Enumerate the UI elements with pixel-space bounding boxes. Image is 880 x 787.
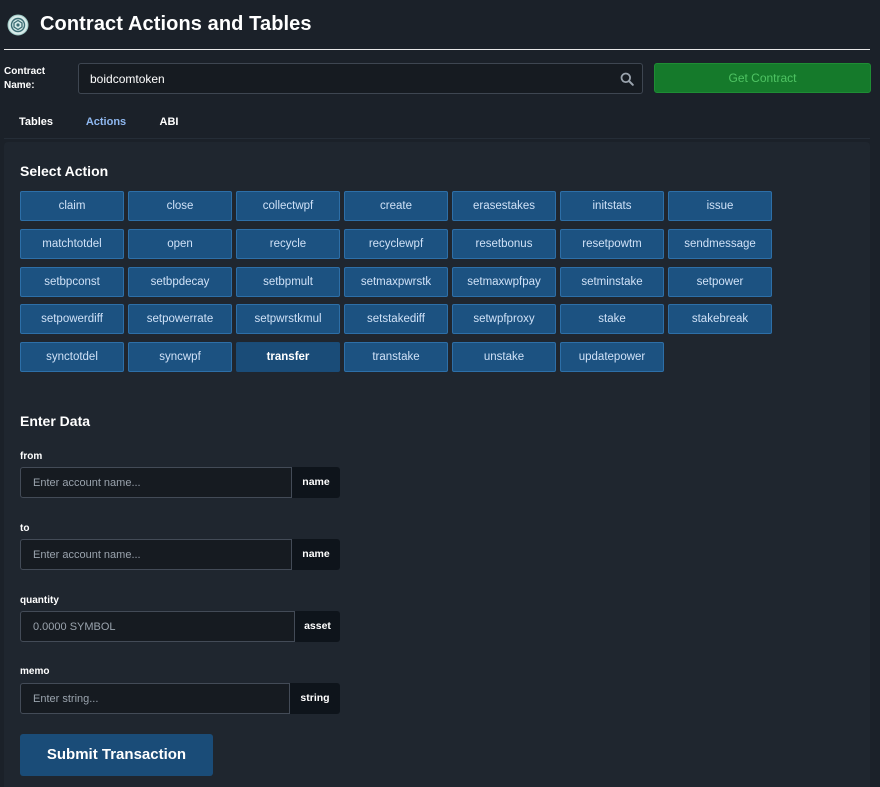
action-button-transtake[interactable]: transtake: [344, 342, 448, 372]
action-button-transfer[interactable]: transfer: [236, 342, 340, 372]
action-button-setpowerdiff[interactable]: setpowerdiff: [20, 304, 124, 334]
field-label-quantity: quantity: [20, 595, 59, 606]
page-header: Contract Actions and Tables: [0, 0, 880, 50]
action-button-claim[interactable]: claim: [20, 191, 124, 221]
tab-tables[interactable]: Tables: [12, 108, 60, 138]
action-button-synctotdel[interactable]: synctotdel: [20, 342, 124, 372]
contract-name-input[interactable]: [79, 64, 610, 93]
contract-name-field[interactable]: [78, 63, 643, 94]
to-input[interactable]: [21, 540, 291, 569]
action-button-setpower[interactable]: setpower: [668, 267, 772, 297]
field-label-memo: memo: [20, 666, 50, 677]
action-button-close[interactable]: close: [128, 191, 232, 221]
select-action-heading: Select Action: [20, 163, 109, 179]
action-button-setpwrstkmul[interactable]: setpwrstkmul: [236, 304, 340, 334]
action-button-stakebreak[interactable]: stakebreak: [668, 304, 772, 334]
from-type-badge: name: [292, 467, 340, 498]
action-button-recyclewpf[interactable]: recyclewpf: [344, 229, 448, 259]
action-button-setbpconst[interactable]: setbpconst: [20, 267, 124, 297]
field-label-from: from: [20, 451, 43, 462]
from-field[interactable]: [20, 467, 292, 498]
action-button-recycle[interactable]: recycle: [236, 229, 340, 259]
action-button-updatepower[interactable]: updatepower: [560, 342, 664, 372]
field-label-to: to: [20, 523, 30, 534]
memo-type-badge: string: [290, 683, 340, 714]
tab-actions[interactable]: Actions: [69, 108, 143, 139]
memo-field[interactable]: [20, 683, 290, 714]
action-button-resetbonus[interactable]: resetbonus: [452, 229, 556, 259]
action-button-collectwpf[interactable]: collectwpf: [236, 191, 340, 221]
action-button-issue[interactable]: issue: [668, 191, 772, 221]
from-input[interactable]: [21, 468, 291, 497]
action-button-erasestakes[interactable]: erasestakes: [452, 191, 556, 221]
contract-name-label: Contract Name:: [4, 66, 46, 91]
action-button-setwpfproxy[interactable]: setwpfproxy: [452, 304, 556, 334]
memo-input[interactable]: [21, 684, 289, 713]
contract-logo-icon: [7, 14, 29, 36]
action-button-unstake[interactable]: unstake: [452, 342, 556, 372]
action-button-setbpdecay[interactable]: setbpdecay: [128, 267, 232, 297]
quantity-field[interactable]: [20, 611, 295, 642]
quantity-type-badge: asset: [295, 611, 340, 642]
action-button-setbpmult[interactable]: setbpmult: [236, 267, 340, 297]
action-button-setpowerrate[interactable]: setpowerrate: [128, 304, 232, 334]
action-button-initstats[interactable]: initstats: [560, 191, 664, 221]
action-button-setstakediff[interactable]: setstakediff: [344, 304, 448, 334]
quantity-input[interactable]: [21, 612, 294, 641]
tabs-divider: [4, 138, 870, 139]
action-button-syncwpf[interactable]: syncwpf: [128, 342, 232, 372]
get-contract-button[interactable]: Get Contract: [654, 63, 871, 93]
action-button-stake[interactable]: stake: [560, 304, 664, 334]
header-divider: [4, 49, 870, 50]
action-button-sendmessage[interactable]: sendmessage: [668, 229, 772, 259]
action-button-setmaxwpfpay[interactable]: setmaxwpfpay: [452, 267, 556, 297]
tab-abi[interactable]: ABI: [150, 108, 188, 138]
action-button-setminstake[interactable]: setminstake: [560, 267, 664, 297]
page-title: Contract Actions and Tables: [40, 13, 312, 35]
action-button-create[interactable]: create: [344, 191, 448, 221]
action-button-resetpowtm[interactable]: resetpowtm: [560, 229, 664, 259]
submit-transaction-button[interactable]: Submit Transaction: [20, 734, 213, 776]
action-button-matchtotdel[interactable]: matchtotdel: [20, 229, 124, 259]
to-type-badge: name: [292, 539, 340, 570]
action-button-setmaxpwrstk[interactable]: setmaxpwrstk: [344, 267, 448, 297]
to-field[interactable]: [20, 539, 292, 570]
enter-data-heading: Enter Data: [20, 413, 91, 429]
search-icon[interactable]: [620, 72, 634, 86]
action-button-open[interactable]: open: [128, 229, 232, 259]
